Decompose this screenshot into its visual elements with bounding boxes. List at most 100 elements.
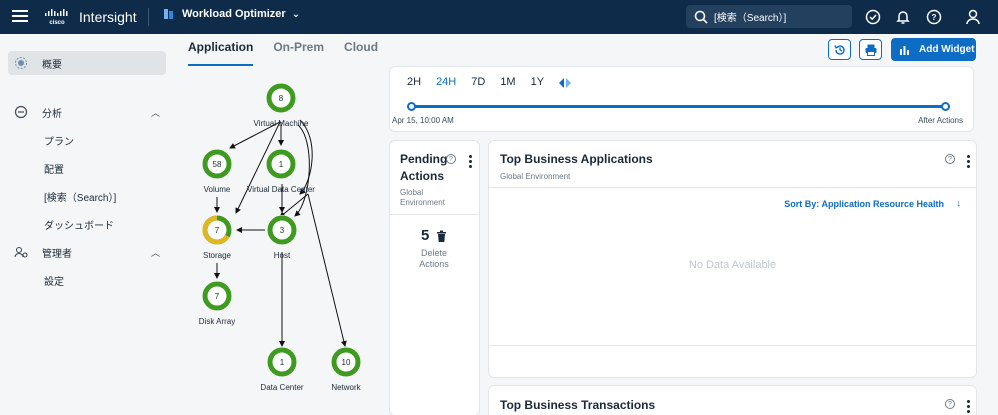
top-business-transactions-card: Top Business Transactions ?	[489, 386, 976, 415]
node-label: Disk Array	[199, 317, 235, 326]
node-count: 7	[215, 292, 220, 301]
topology-node-storage[interactable]: 7 Storage	[202, 215, 232, 260]
more-options-icon[interactable]	[967, 400, 971, 415]
sidebar-item-analyze[interactable]: 分析 ︿	[8, 100, 166, 124]
node-count: 3	[280, 226, 285, 235]
divider	[489, 187, 976, 188]
svg-text:?: ?	[932, 13, 937, 22]
more-options-icon[interactable]	[469, 155, 473, 170]
timeline-slider-end-handle[interactable]	[941, 102, 950, 111]
pending-actions-label: Delete Actions	[419, 248, 449, 269]
time-range-selector: 2H 24H 7D 1M 1Y	[407, 76, 572, 88]
time-option-1y[interactable]: 1Y	[531, 76, 544, 88]
topology-node-host[interactable]: 3 Host	[267, 215, 297, 260]
help-icon[interactable]: ?	[945, 399, 955, 409]
sidebar-item-admin[interactable]: 管理者 ︿	[8, 240, 166, 264]
time-option-24h[interactable]: 24H	[436, 76, 456, 88]
check-circle-icon[interactable]	[864, 8, 882, 26]
topology-node-volume[interactable]: 58 Volume	[202, 149, 232, 194]
time-option-1m[interactable]: 1M	[500, 76, 515, 88]
sidebar-item-overview[interactable]: 概要	[8, 51, 166, 75]
topology-node-network[interactable]: 10 Network	[331, 347, 362, 392]
toggle-arrows-icon[interactable]	[559, 78, 572, 88]
chevron-down-icon: ⌄	[291, 8, 301, 20]
help-icon[interactable]: ?	[446, 154, 456, 164]
sidebar-subitem-settings[interactable]: 設定	[44, 273, 64, 288]
sidebar-subitem-plan[interactable]: プラン	[44, 133, 74, 148]
view-tabs: Application On-Prem Cloud	[188, 40, 398, 66]
node-count: 1	[280, 358, 285, 367]
print-icon	[865, 44, 876, 56]
supply-chain-topology: 8 Virtual Machine 58 Volume 1 Virtual Data Ce…	[199, 83, 362, 392]
pending-actions-card: Pending Actions ? Global Environment 5 D…	[390, 141, 479, 415]
node-label: Host	[274, 251, 291, 260]
top-business-applications-card: Top Business Applications Global Environ…	[489, 141, 976, 377]
timeline-end-label: After Actions	[918, 116, 963, 125]
topology-node-datacenter[interactable]: 1 Data Center	[260, 347, 304, 392]
search-text: [検索（Search）]	[714, 13, 787, 24]
topology-node-vm[interactable]: 8 Virtual Machine	[254, 83, 310, 128]
edge-vm-network-curve	[299, 119, 313, 195]
search-input[interactable]: [検索（Search）]	[686, 5, 852, 28]
timeline-card: 2H 24H 7D 1M 1Y Apr 15, 10:00 AM After A…	[390, 67, 973, 131]
product-switcher[interactable]: Workload Optimizer ⌄	[164, 8, 300, 20]
arrow-down-icon: ↓	[956, 198, 961, 209]
sidebar: 概要 分析 ︿ プラン 配置 [検索（Search）] ダッシュボード 管理者 …	[0, 34, 176, 415]
chevron-up-icon[interactable]: ︿	[151, 106, 160, 119]
node-label: Network	[331, 383, 361, 392]
sidebar-subitem-placement[interactable]: 配置	[44, 161, 64, 176]
help-icon[interactable]: ?	[925, 8, 943, 26]
time-option-7d[interactable]: 7D	[471, 76, 485, 88]
tab-cloud[interactable]: Cloud	[344, 40, 378, 66]
pending-actions-subtitle: Global Environment	[400, 188, 445, 207]
card-title: Top Business Transactions	[500, 398, 656, 412]
edge-to-network	[307, 193, 347, 347]
node-label: Storage	[203, 251, 232, 260]
node-count: 8	[279, 94, 284, 103]
user-icon[interactable]	[964, 8, 982, 26]
empty-state-text: No Data Available	[688, 259, 777, 271]
sort-by-label: Sort By: Application Resource Health	[784, 198, 944, 209]
node-label: Volume	[204, 185, 231, 194]
sidebar-subitem-search[interactable]: [検索（Search）]	[44, 189, 116, 204]
sidebar-item-label: 管理者	[42, 248, 72, 260]
menu-icon[interactable]	[12, 10, 28, 22]
sidebar-subitem-dashboard[interactable]: ダッシュボード	[44, 217, 114, 232]
topology-node-diskarray[interactable]: 7 Disk Array	[199, 281, 235, 326]
search-icon	[694, 10, 708, 24]
node-label: Virtual Data Center	[247, 185, 315, 194]
time-option-2h[interactable]: 2H	[407, 76, 421, 88]
print-button[interactable]	[859, 39, 882, 60]
sidebar-item-label: 分析	[42, 108, 62, 120]
top-bar: cisco Intersight Workload Optimizer ⌄ [検…	[0, 0, 998, 34]
cisco-logo: cisco	[45, 9, 68, 26]
history-button[interactable]	[828, 39, 851, 60]
svg-text:cisco: cisco	[49, 20, 65, 26]
node-label: Virtual Machine	[254, 119, 310, 128]
overview-icon	[15, 57, 27, 69]
help-icon[interactable]: ?	[945, 154, 955, 164]
node-count: 1	[279, 160, 284, 169]
bell-icon[interactable]	[894, 8, 912, 26]
header-divider	[148, 8, 149, 26]
node-count: 10	[342, 358, 351, 367]
add-widget-button[interactable]: Add Widget	[891, 38, 976, 61]
timeline-slider-track[interactable]	[411, 105, 947, 108]
sidebar-item-label: 概要	[42, 59, 62, 71]
add-widget-icon	[900, 45, 909, 55]
tab-application[interactable]: Application	[188, 40, 254, 66]
history-icon	[833, 44, 845, 55]
timeline-slider-start-handle[interactable]	[407, 102, 416, 111]
topology-node-vdc[interactable]: 1 Virtual Data Center	[247, 149, 315, 194]
chevron-up-icon[interactable]: ︿	[151, 246, 160, 259]
edge-vdc-host2	[279, 193, 309, 218]
analyze-icon	[14, 105, 28, 119]
workload-optimizer-icon	[164, 9, 173, 19]
app-name: Intersight	[79, 9, 137, 25]
divider	[390, 214, 479, 215]
more-options-icon[interactable]	[967, 155, 971, 170]
sort-by-dropdown[interactable]: Sort By: Application Resource Health ↓	[784, 198, 961, 209]
tab-on-prem[interactable]: On-Prem	[273, 40, 324, 66]
trash-icon	[437, 230, 446, 242]
pending-actions-count[interactable]: 5	[421, 227, 429, 244]
